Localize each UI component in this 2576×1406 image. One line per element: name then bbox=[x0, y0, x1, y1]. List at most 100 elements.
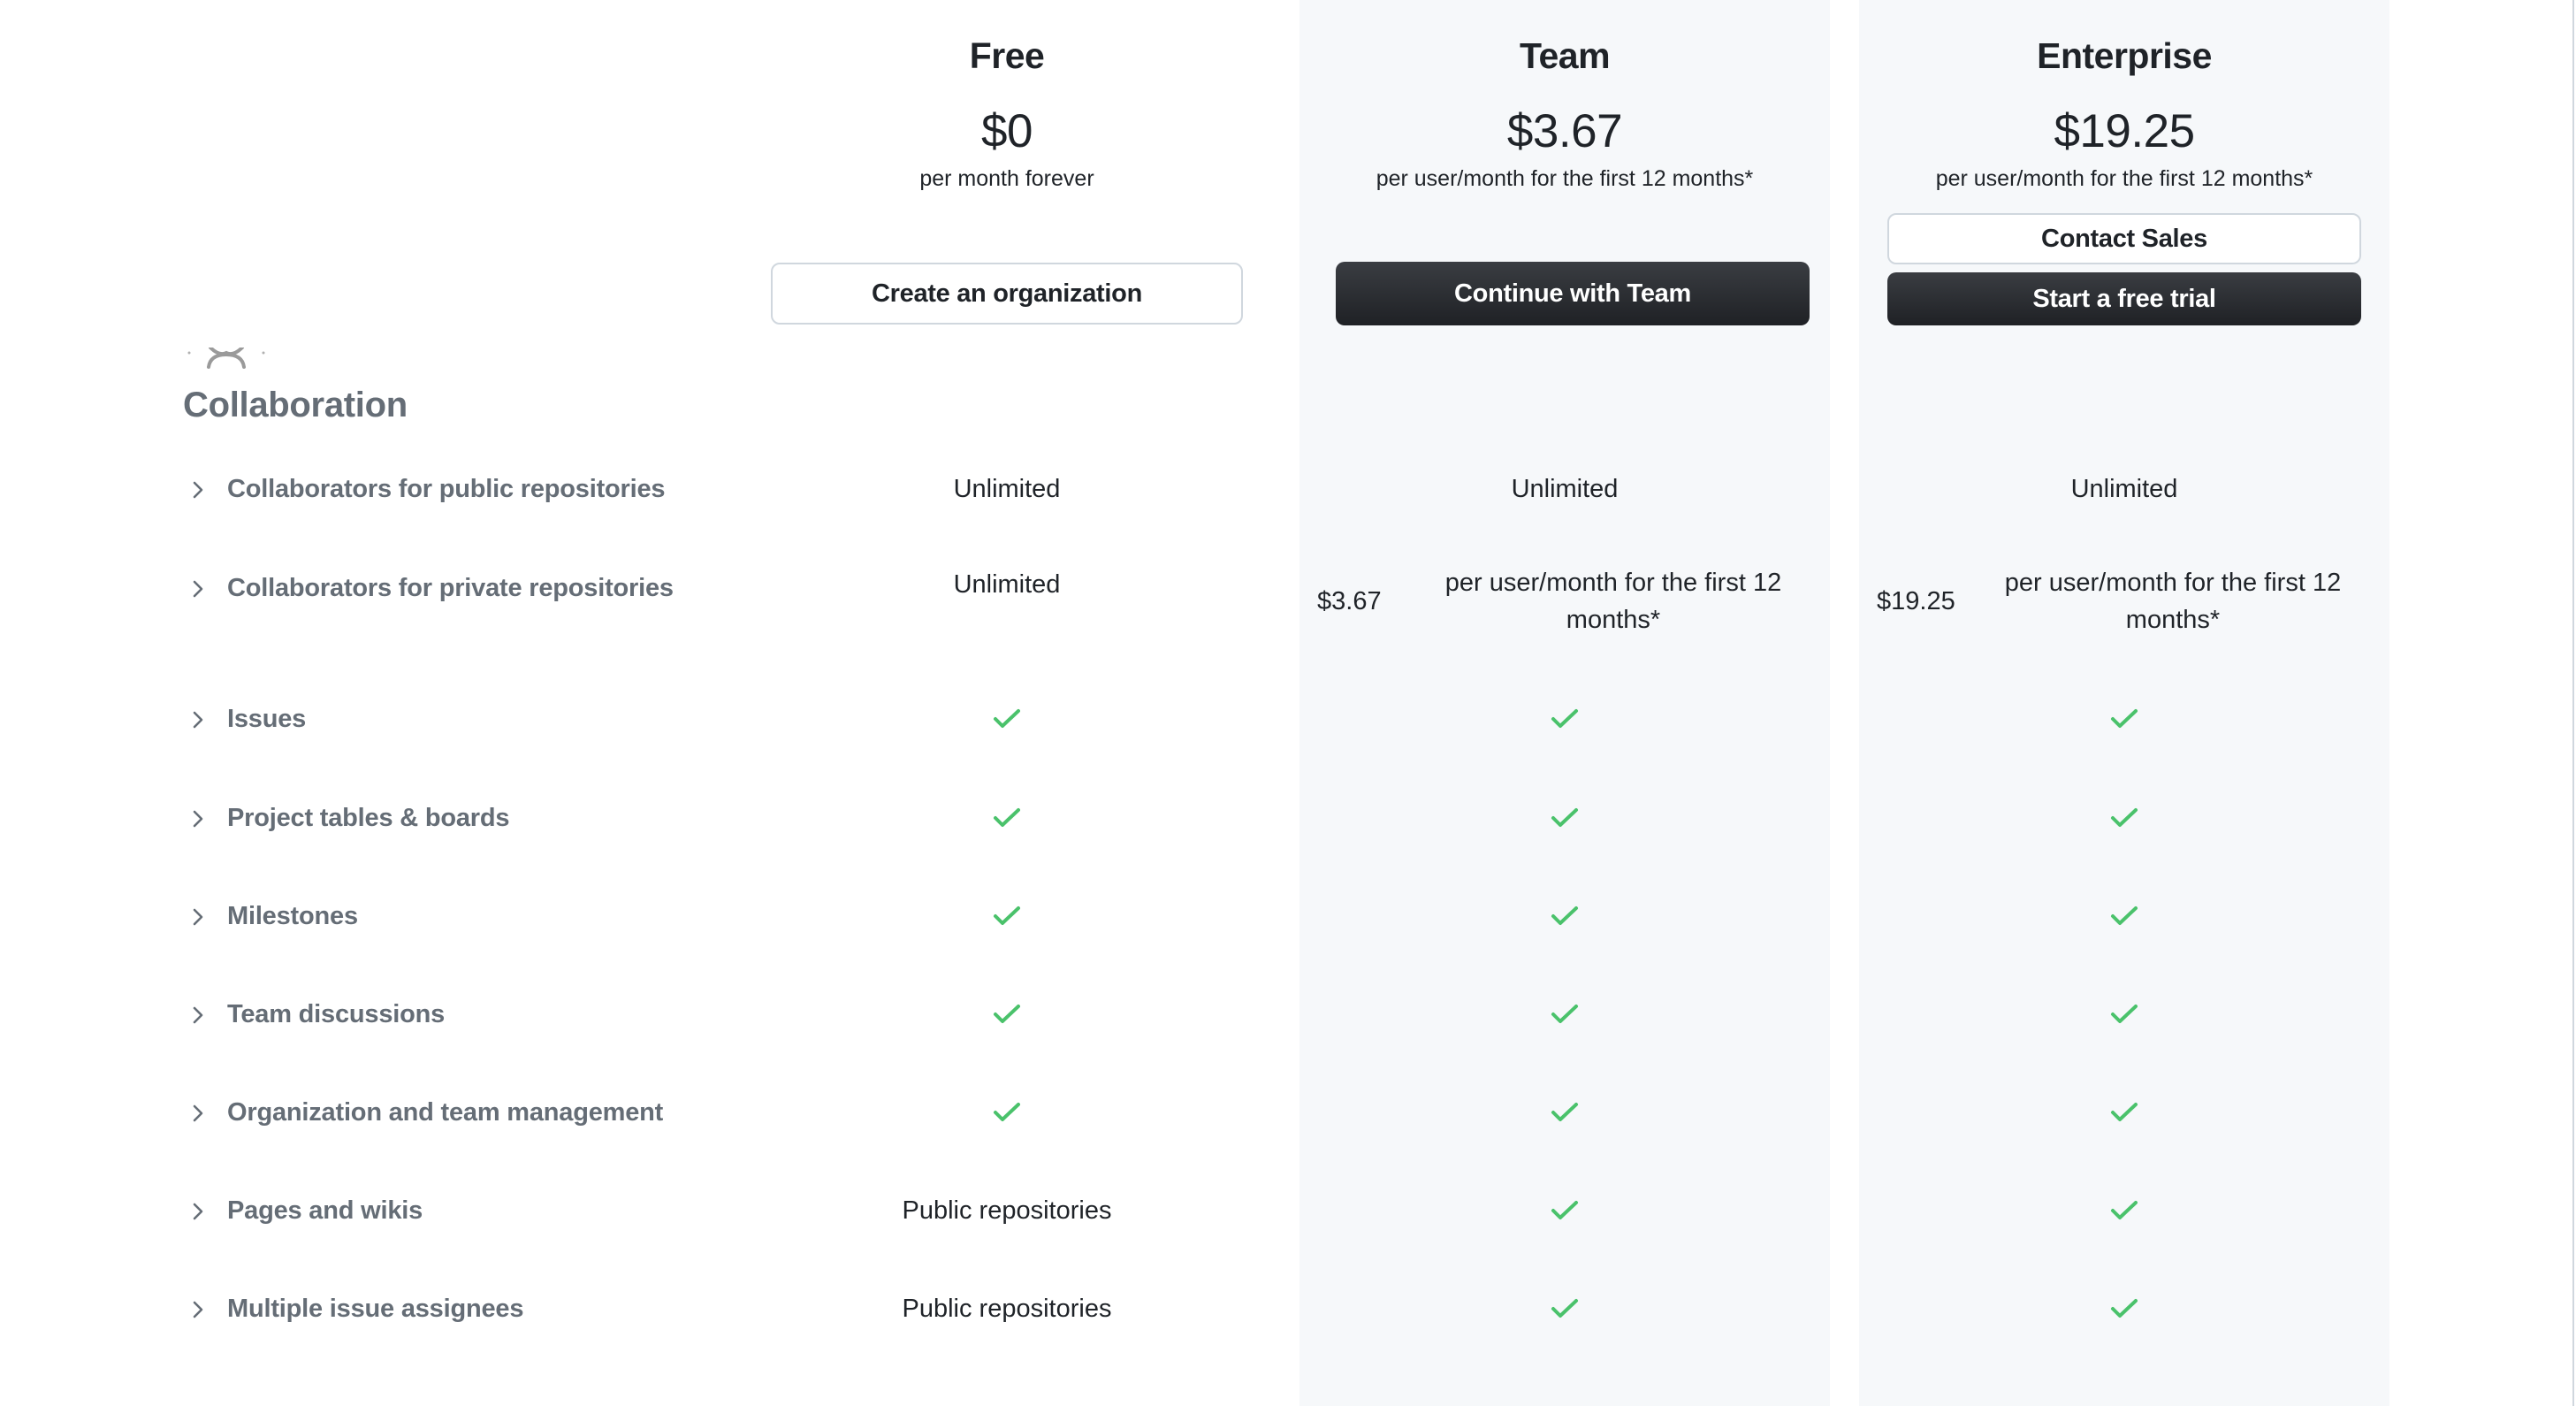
check-icon bbox=[1551, 1201, 1578, 1219]
feature-cell-free: Public repositories bbox=[742, 1184, 1272, 1237]
feature-row: Issues bbox=[0, 692, 2576, 745]
feature-cell-free: Unlimited bbox=[742, 462, 1272, 516]
feature-row: Team discussions bbox=[0, 988, 2576, 1041]
feature-cell-free bbox=[742, 988, 1272, 1041]
feature-cell-enterprise bbox=[1859, 890, 2389, 943]
check-icon bbox=[2111, 1103, 2138, 1121]
chevron-right-icon[interactable] bbox=[189, 579, 207, 599]
feature-cell-free bbox=[742, 791, 1272, 844]
feature-label[interactable]: Multiple issue assignees bbox=[227, 1295, 523, 1324]
price-detail: $3.67 per user/month for the first 12 mon… bbox=[1317, 564, 1812, 638]
plan-price: $0 bbox=[981, 105, 1033, 157]
feature-cell-team bbox=[1299, 890, 1830, 943]
check-icon bbox=[2111, 1201, 2138, 1219]
plan-price-note: per user/month for the first 12 months* bbox=[1376, 166, 1754, 191]
feature-row: Multiple issue assignees Public repositor… bbox=[0, 1282, 2576, 1335]
feature-cell-free bbox=[742, 692, 1272, 745]
feature-label[interactable]: Team discussions bbox=[227, 1000, 445, 1029]
price-terms: per user/month for the first 12 months* bbox=[2004, 569, 2342, 634]
feature-label[interactable]: Pages and wikis bbox=[227, 1196, 423, 1226]
check-icon bbox=[1551, 1299, 1578, 1318]
chevron-right-icon[interactable] bbox=[189, 1300, 207, 1319]
feature-cell-enterprise bbox=[1859, 1086, 2389, 1139]
feature-cell-free: Unlimited bbox=[742, 562, 1272, 615]
check-icon bbox=[2111, 1299, 2138, 1318]
feature-cell-team bbox=[1299, 988, 1830, 1041]
plan-price-note: per user/month for the first 12 months* bbox=[1935, 166, 2313, 191]
plan-price-note: per month forever bbox=[919, 166, 1094, 191]
feature-label[interactable]: Organization and team management bbox=[227, 1098, 663, 1127]
feature-label[interactable]: Collaborators for public repositories bbox=[227, 475, 666, 504]
feature-cell-enterprise: $19.25 per user/month for the first 12 mo… bbox=[1859, 562, 2389, 641]
create-organization-button[interactable]: Create an organization bbox=[771, 263, 1243, 325]
plan-price: $19.25 bbox=[2054, 105, 2195, 157]
chevron-right-icon[interactable] bbox=[189, 1005, 207, 1025]
feature-cell-enterprise: Unlimited bbox=[1859, 462, 2389, 516]
feature-value: Unlimited bbox=[953, 570, 1061, 599]
check-icon bbox=[2111, 808, 2138, 827]
check-icon bbox=[994, 1005, 1020, 1023]
check-icon bbox=[2111, 906, 2138, 925]
feature-cell-team: $3.67 per user/month for the first 12 mon… bbox=[1299, 562, 1830, 641]
check-icon bbox=[994, 808, 1020, 827]
feature-cell-team bbox=[1299, 1282, 1830, 1335]
chevron-right-icon[interactable] bbox=[189, 809, 207, 829]
chevron-right-icon[interactable] bbox=[189, 710, 207, 730]
price-detail: $19.25 per user/month for the first 12 mo… bbox=[1877, 564, 2372, 638]
feature-cell-enterprise bbox=[1859, 791, 2389, 844]
plan-name: Free bbox=[969, 35, 1045, 76]
feature-value: Unlimited bbox=[2070, 474, 2178, 503]
feature-value: Unlimited bbox=[1511, 474, 1619, 503]
check-icon bbox=[994, 709, 1020, 728]
plan-name: Team bbox=[1519, 35, 1611, 76]
feature-cell-enterprise bbox=[1859, 692, 2389, 745]
feature-row: Project tables & boards bbox=[0, 791, 2576, 844]
feature-value: Unlimited bbox=[953, 474, 1061, 503]
contact-sales-button[interactable]: Contact Sales bbox=[1887, 213, 2361, 264]
check-icon bbox=[1551, 906, 1578, 925]
feature-row: Collaborators for private repositories Un… bbox=[0, 562, 2576, 634]
feature-value: Public repositories bbox=[902, 1294, 1112, 1323]
feature-row: Organization and team management bbox=[0, 1086, 2576, 1139]
feature-cell-team bbox=[1299, 1086, 1830, 1139]
start-free-trial-button[interactable]: Start a free trial bbox=[1887, 272, 2361, 325]
continue-with-team-button[interactable]: Continue with Team bbox=[1336, 262, 1810, 325]
feature-row: Milestones bbox=[0, 890, 2576, 943]
feature-label[interactable]: Collaborators for private repositories bbox=[227, 574, 674, 603]
price-amount: $3.67 bbox=[1317, 586, 1382, 615]
section-title: Collaboration bbox=[183, 386, 408, 424]
check-icon bbox=[994, 1103, 1020, 1121]
check-icon bbox=[2111, 1005, 2138, 1023]
check-icon bbox=[1551, 808, 1578, 827]
feature-cell-team bbox=[1299, 692, 1830, 745]
feature-cell-free: Public repositories bbox=[742, 1282, 1272, 1335]
feature-cell-free bbox=[742, 1086, 1272, 1139]
feature-cell-enterprise bbox=[1859, 1184, 2389, 1237]
feature-value: Public repositories bbox=[902, 1196, 1112, 1225]
people-icon bbox=[187, 348, 265, 369]
feature-label[interactable]: Issues bbox=[227, 705, 306, 734]
chevron-right-icon[interactable] bbox=[189, 1104, 207, 1123]
feature-cell-enterprise bbox=[1859, 988, 2389, 1041]
price-terms: per user/month for the first 12 months* bbox=[1444, 569, 1782, 634]
feature-cell-team bbox=[1299, 791, 1830, 844]
chevron-right-icon[interactable] bbox=[189, 480, 207, 500]
check-icon bbox=[994, 906, 1020, 925]
feature-cell-free bbox=[742, 890, 1272, 943]
plan-name: Enterprise bbox=[2037, 35, 2212, 76]
feature-row: Collaborators for public repositories Unl… bbox=[0, 462, 2576, 516]
feature-cell-enterprise bbox=[1859, 1282, 2389, 1335]
chevron-right-icon[interactable] bbox=[189, 907, 207, 927]
feature-row: Pages and wikis Public repositories bbox=[0, 1184, 2576, 1237]
chevron-right-icon[interactable] bbox=[189, 1202, 207, 1221]
price-amount: $19.25 bbox=[1877, 586, 1955, 615]
feature-cell-team: Unlimited bbox=[1299, 462, 1830, 516]
check-icon bbox=[1551, 709, 1578, 728]
check-icon bbox=[1551, 1103, 1578, 1121]
plan-price: $3.67 bbox=[1506, 105, 1623, 157]
feature-label[interactable]: Milestones bbox=[227, 902, 358, 931]
check-icon bbox=[1551, 1005, 1578, 1023]
feature-label[interactable]: Project tables & boards bbox=[227, 804, 510, 833]
check-icon bbox=[2111, 709, 2138, 728]
feature-cell-team bbox=[1299, 1184, 1830, 1237]
